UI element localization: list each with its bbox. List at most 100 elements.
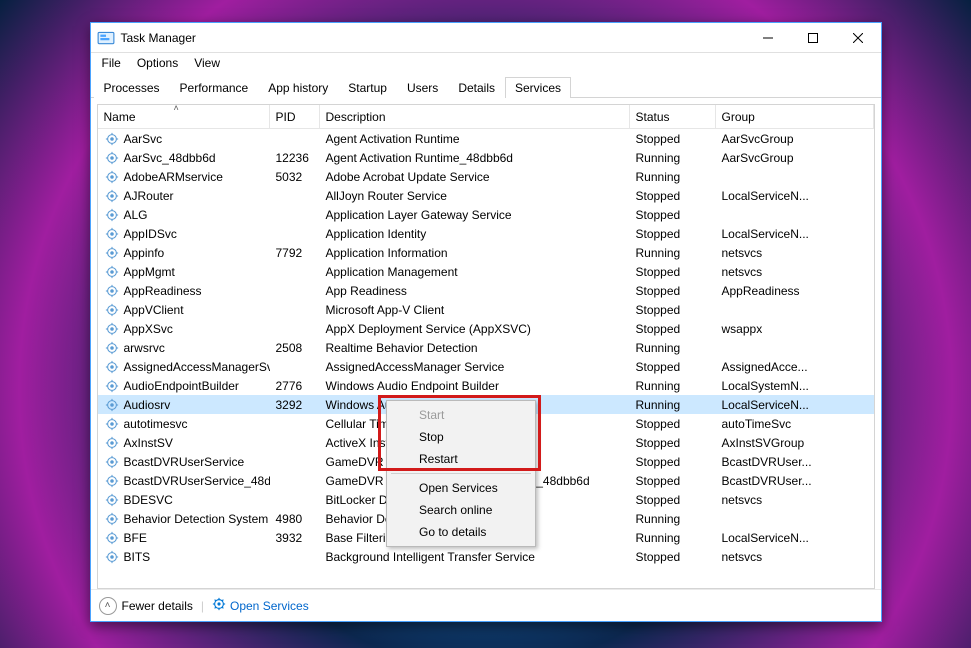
service-status: Stopped [630,281,716,300]
footer: ˄ Fewer details | Open Services [91,589,881,621]
service-name: AppIDSvc [124,227,177,241]
service-description: Agent Activation Runtime_48dbb6d [320,148,630,167]
table-row[interactable]: AarSvc_48dbb6d12236Agent Activation Runt… [98,148,874,167]
service-status: Stopped [630,262,716,281]
gear-icon [104,131,120,147]
tab-users[interactable]: Users [397,77,448,98]
service-group [716,167,874,186]
service-status: Stopped [630,414,716,433]
service-status: Running [630,528,716,547]
service-status: Running [630,148,716,167]
service-status: Stopped [630,319,716,338]
header-group[interactable]: Group [716,105,874,128]
service-group: autoTimeSvc [716,414,874,433]
service-status: Stopped [630,433,716,452]
context-menu-item[interactable]: Stop [389,426,533,448]
service-group: LocalServiceN... [716,395,874,414]
service-name: BITS [124,550,151,564]
table-row[interactable]: arwsrvc2508Realtime Behavior DetectionRu… [98,338,874,357]
context-menu-item[interactable]: Restart [389,448,533,470]
gear-icon [104,150,120,166]
header-name[interactable]: Name [98,105,270,128]
app-icon [97,29,115,47]
minimize-button[interactable] [746,23,791,52]
table-row[interactable]: AppReadinessApp ReadinessStoppedAppReadi… [98,281,874,300]
table-row[interactable]: AJRouterAllJoyn Router ServiceStoppedLoc… [98,186,874,205]
table-row[interactable]: AppXSvc AppX Deployment Service (AppXSVC)… [98,319,874,338]
menu-options[interactable]: Options [130,54,185,72]
service-status: Running [630,338,716,357]
service-group: LocalServiceN... [716,528,874,547]
gear-icon [104,321,120,337]
service-status: Stopped [630,471,716,490]
tab-services[interactable]: Services [505,77,571,98]
table-row[interactable]: ALGApplication Layer Gateway ServiceStop… [98,205,874,224]
maximize-button[interactable] [791,23,836,52]
service-pid: 3292 [270,395,320,414]
service-status: Stopped [630,224,716,243]
service-name: AarSvc [124,132,163,146]
table-row[interactable]: AarSvcAgent Activation RuntimeStoppedAar… [98,129,874,148]
context-menu-item[interactable]: Open Services [389,477,533,499]
service-pid [270,357,320,376]
service-description: Agent Activation Runtime [320,129,630,148]
service-pid: 3932 [270,528,320,547]
service-status: Stopped [630,186,716,205]
context-menu-item[interactable]: Search online [389,499,533,521]
header-pid[interactable]: PID [270,105,320,128]
service-group: AarSvcGroup [716,129,874,148]
service-group [716,338,874,357]
service-description: Application Information [320,243,630,262]
service-status: Stopped [630,357,716,376]
service-status: Stopped [630,547,716,566]
context-menu-item[interactable]: Go to details [389,521,533,543]
menu-view[interactable]: View [187,54,227,72]
service-description: Background Intelligent Transfer Service [320,547,630,566]
titlebar: Task Manager [91,23,881,53]
service-pid: 5032 [270,167,320,186]
table-row[interactable]: AdobeARMservice5032Adobe Acrobat Update … [98,167,874,186]
service-pid: 2508 [270,338,320,357]
service-name: AppXSvc [124,322,173,336]
service-name: AJRouter [124,189,174,203]
service-pid [270,224,320,243]
tab-startup[interactable]: Startup [338,77,397,98]
open-services-link[interactable]: Open Services [212,597,309,614]
service-name: AppReadiness [124,284,202,298]
service-description: Application Layer Gateway Service [320,205,630,224]
service-group [716,509,874,528]
tab-processes[interactable]: Processes [94,77,170,98]
tab-app-history[interactable]: App history [258,77,338,98]
table-row[interactable]: AppVClientMicrosoft App-V ClientStopped [98,300,874,319]
context-menu: StartStopRestartOpen ServicesSearch onli… [386,400,536,547]
tab-performance[interactable]: Performance [170,77,259,98]
window-title: Task Manager [121,31,196,45]
gear-icon [104,264,120,280]
service-group: wsappx [716,319,874,338]
fewer-details-button[interactable]: ˄ Fewer details [99,597,193,615]
service-pid [270,262,320,281]
chevron-up-icon: ˄ [99,597,117,615]
table-row[interactable]: AudioEndpointBuilder2776Windows Audio En… [98,376,874,395]
header-description[interactable]: Description [320,105,630,128]
table-row[interactable]: AssignedAccessManagerSvcAssignedAccessMa… [98,357,874,376]
gear-icon [104,397,120,413]
tab-details[interactable]: Details [448,77,505,98]
table-row[interactable]: Appinfo7792Application InformationRunnin… [98,243,874,262]
gear-icon [104,283,120,299]
service-description: AppX Deployment Service (AppXSVC) [320,319,630,338]
fewer-details-label: Fewer details [122,599,193,613]
service-pid: 2776 [270,376,320,395]
service-description: AllJoyn Router Service [320,186,630,205]
service-status: Running [630,243,716,262]
header-status[interactable]: Status [630,105,716,128]
menu-file[interactable]: File [95,54,128,72]
service-status: Running [630,395,716,414]
table-row[interactable]: BITS Background Intelligent Transfer Serv… [98,547,874,566]
close-button[interactable] [836,23,881,52]
table-row[interactable]: AppMgmtApplication ManagementStoppednets… [98,262,874,281]
gear-icon [104,492,120,508]
service-name: Behavior Detection System [124,512,269,526]
service-name: BcastDVRUserService_48db... [124,474,270,488]
table-row[interactable]: AppIDSvcApplication IdentityStoppedLocal… [98,224,874,243]
